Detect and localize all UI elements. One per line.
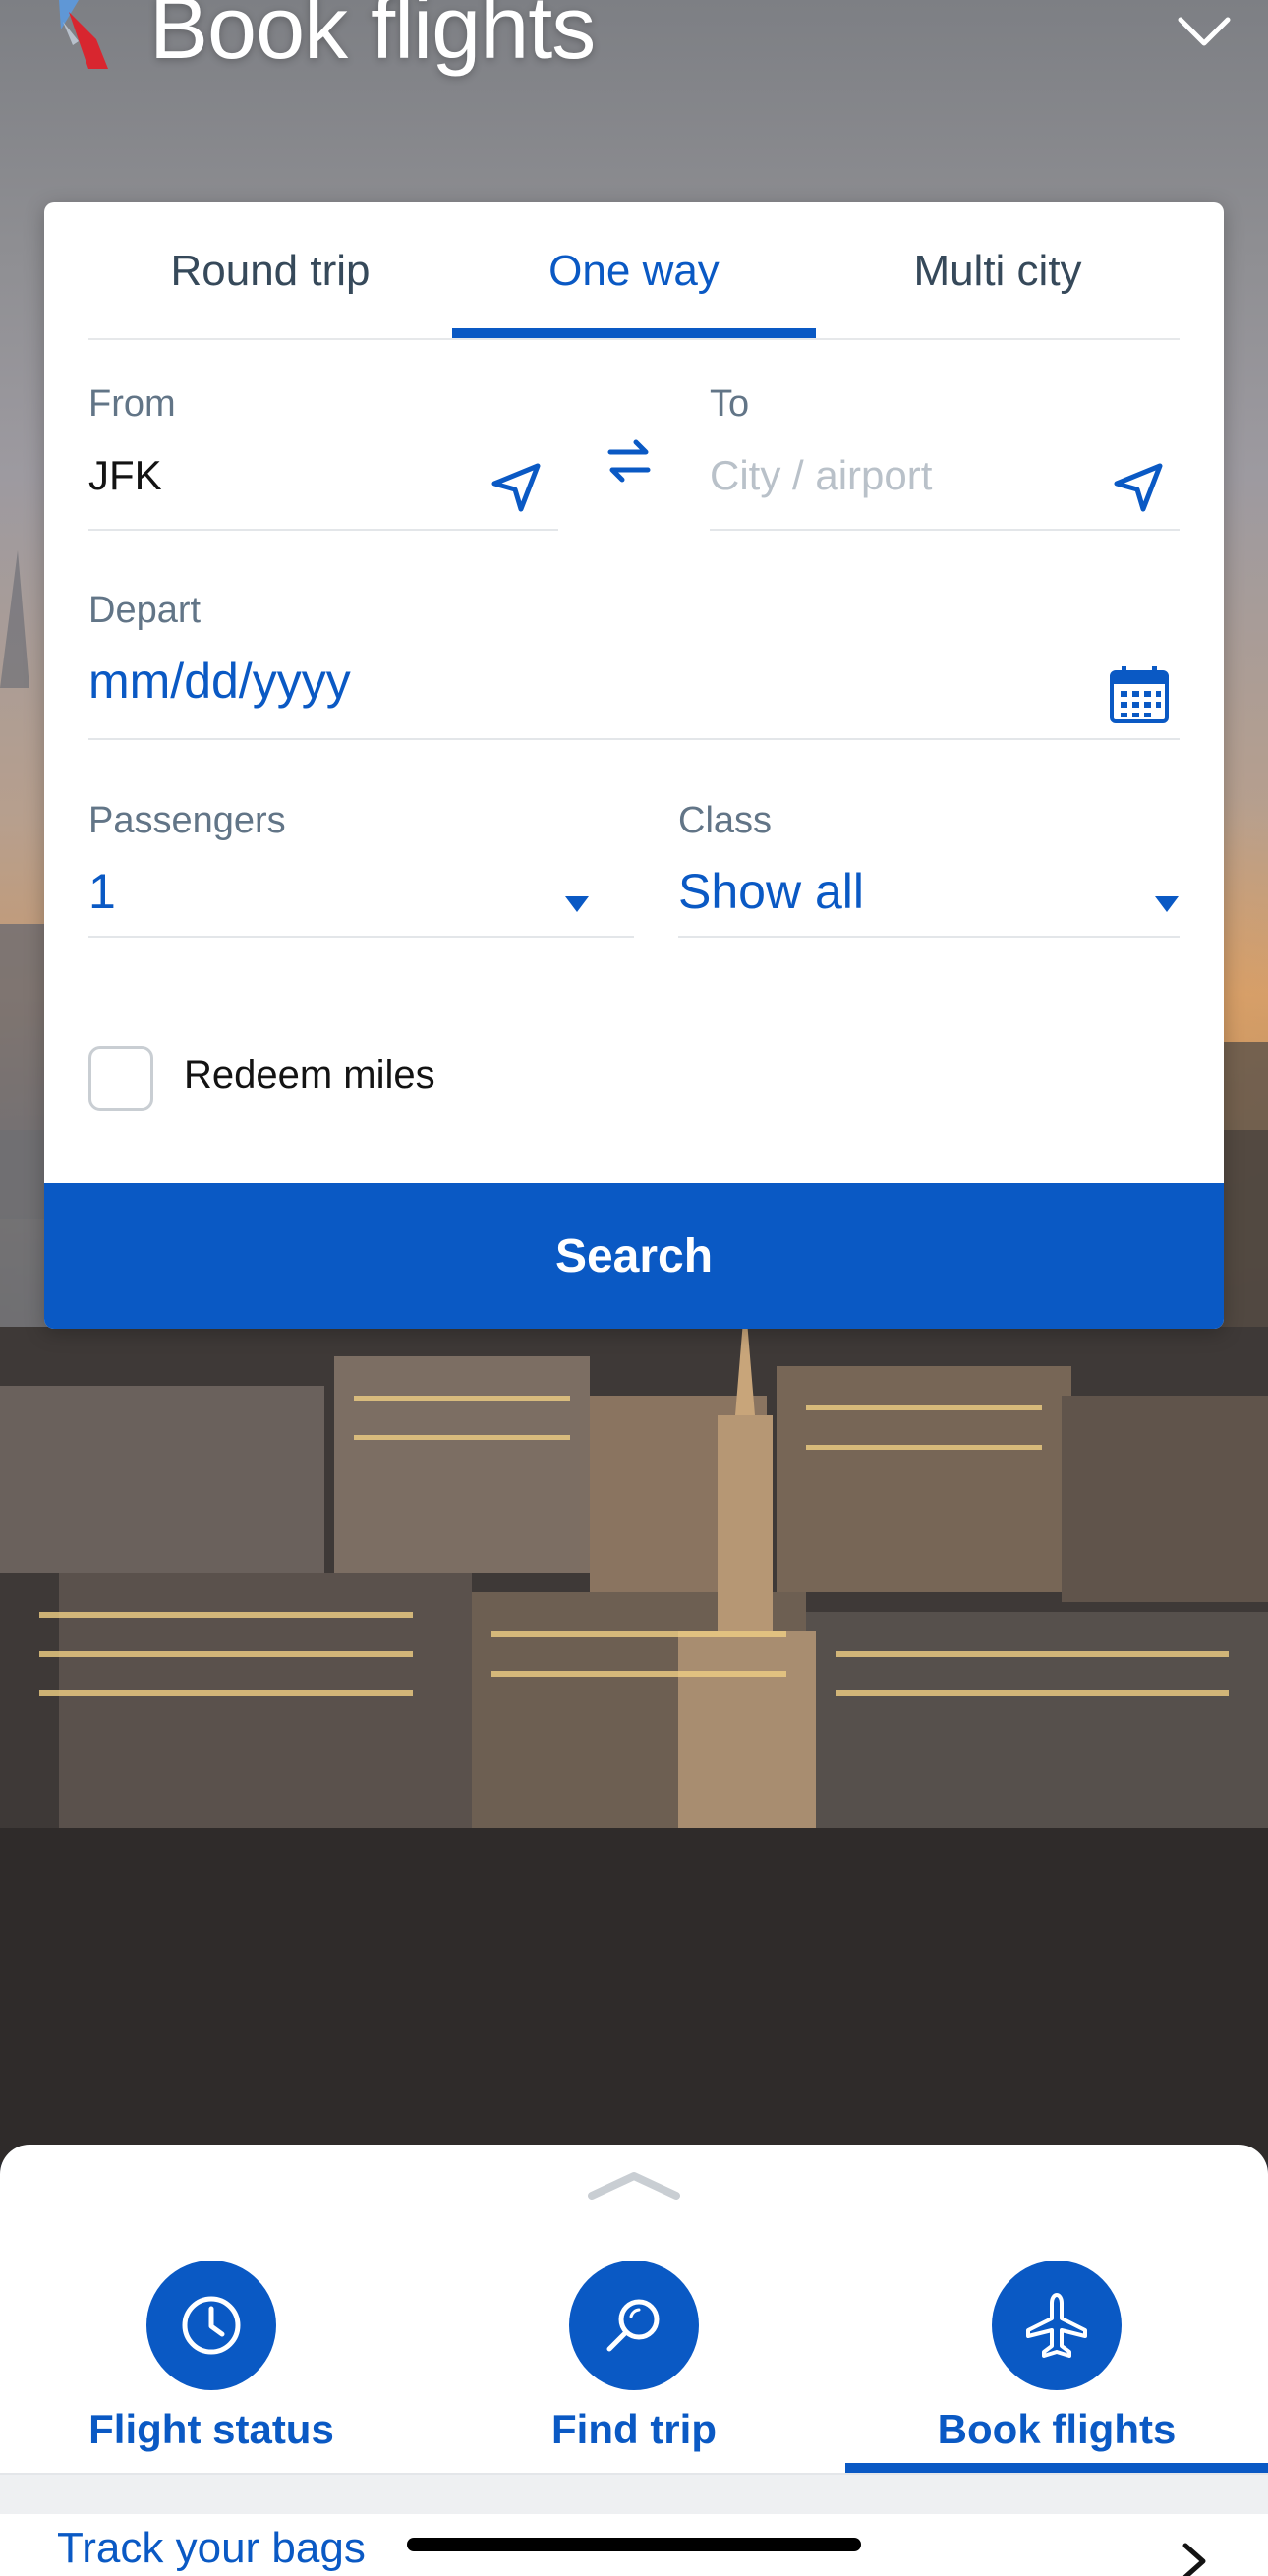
nav-flight-status[interactable]: Flight status bbox=[0, 2261, 423, 2457]
chevron-down-icon[interactable] bbox=[1175, 10, 1234, 53]
tab-one-way[interactable]: One way bbox=[452, 202, 816, 340]
from-label: From bbox=[88, 383, 176, 425]
airline-logo-icon bbox=[59, 0, 108, 69]
nav-book-flights[interactable]: Book flights bbox=[845, 2261, 1268, 2457]
passengers-underline bbox=[88, 936, 634, 938]
nav-label-book-flights: Book flights bbox=[937, 2406, 1177, 2452]
tab-round-trip[interactable]: Round trip bbox=[88, 202, 452, 340]
clock-icon bbox=[182, 2296, 241, 2355]
to-label: To bbox=[710, 383, 750, 425]
bottom-sheet: Flight status Find trip Book flights Tra… bbox=[0, 2145, 1268, 2576]
booking-card: Round trip One way Multi city From JFK T… bbox=[44, 202, 1224, 1329]
depart-underline bbox=[88, 738, 1180, 740]
depart-label: Depart bbox=[88, 590, 202, 631]
depart-date-input[interactable]: mm/dd/yyyy bbox=[88, 653, 351, 710]
dropdown-triangle-icon[interactable] bbox=[1153, 894, 1181, 914]
passengers-select[interactable]: 1 bbox=[88, 863, 116, 920]
track-bags-label: Track your bags bbox=[57, 2524, 366, 2572]
nav-find-trip[interactable]: Find trip bbox=[423, 2261, 845, 2457]
calendar-icon[interactable] bbox=[1108, 664, 1171, 725]
airplane-icon bbox=[1026, 2293, 1087, 2358]
search-button[interactable]: Search bbox=[44, 1183, 1224, 1329]
dropdown-triangle-icon[interactable] bbox=[563, 894, 591, 914]
nav-label-flight-status: Flight status bbox=[88, 2406, 334, 2452]
redeem-miles-label[interactable]: Redeem miles bbox=[184, 1054, 435, 1098]
chevron-right-icon bbox=[1182, 2543, 1206, 2576]
page-title: Book flights bbox=[149, 0, 596, 78]
swap-icon[interactable] bbox=[606, 436, 652, 486]
chevron-up-icon[interactable] bbox=[586, 2164, 682, 2204]
to-input[interactable]: City / airport bbox=[710, 452, 932, 499]
to-underline bbox=[710, 529, 1180, 531]
nav-label-find-trip: Find trip bbox=[551, 2406, 717, 2452]
class-underline bbox=[678, 936, 1180, 938]
location-arrow-icon[interactable] bbox=[1111, 460, 1166, 515]
from-input[interactable]: JFK bbox=[88, 452, 162, 499]
from-underline bbox=[88, 529, 558, 531]
class-label: Class bbox=[678, 800, 773, 841]
active-nav-indicator bbox=[845, 2463, 1268, 2473]
redeem-miles-checkbox[interactable] bbox=[88, 1046, 153, 1111]
magnifier-icon bbox=[606, 2299, 660, 2352]
active-tab-indicator bbox=[452, 328, 816, 338]
trip-type-tabs: Round trip One way Multi city bbox=[88, 202, 1180, 340]
home-indicator bbox=[407, 2538, 861, 2551]
passengers-label: Passengers bbox=[88, 800, 286, 841]
location-arrow-icon[interactable] bbox=[489, 460, 544, 515]
class-select[interactable]: Show all bbox=[678, 863, 864, 920]
tab-multi-city[interactable]: Multi city bbox=[816, 202, 1180, 340]
